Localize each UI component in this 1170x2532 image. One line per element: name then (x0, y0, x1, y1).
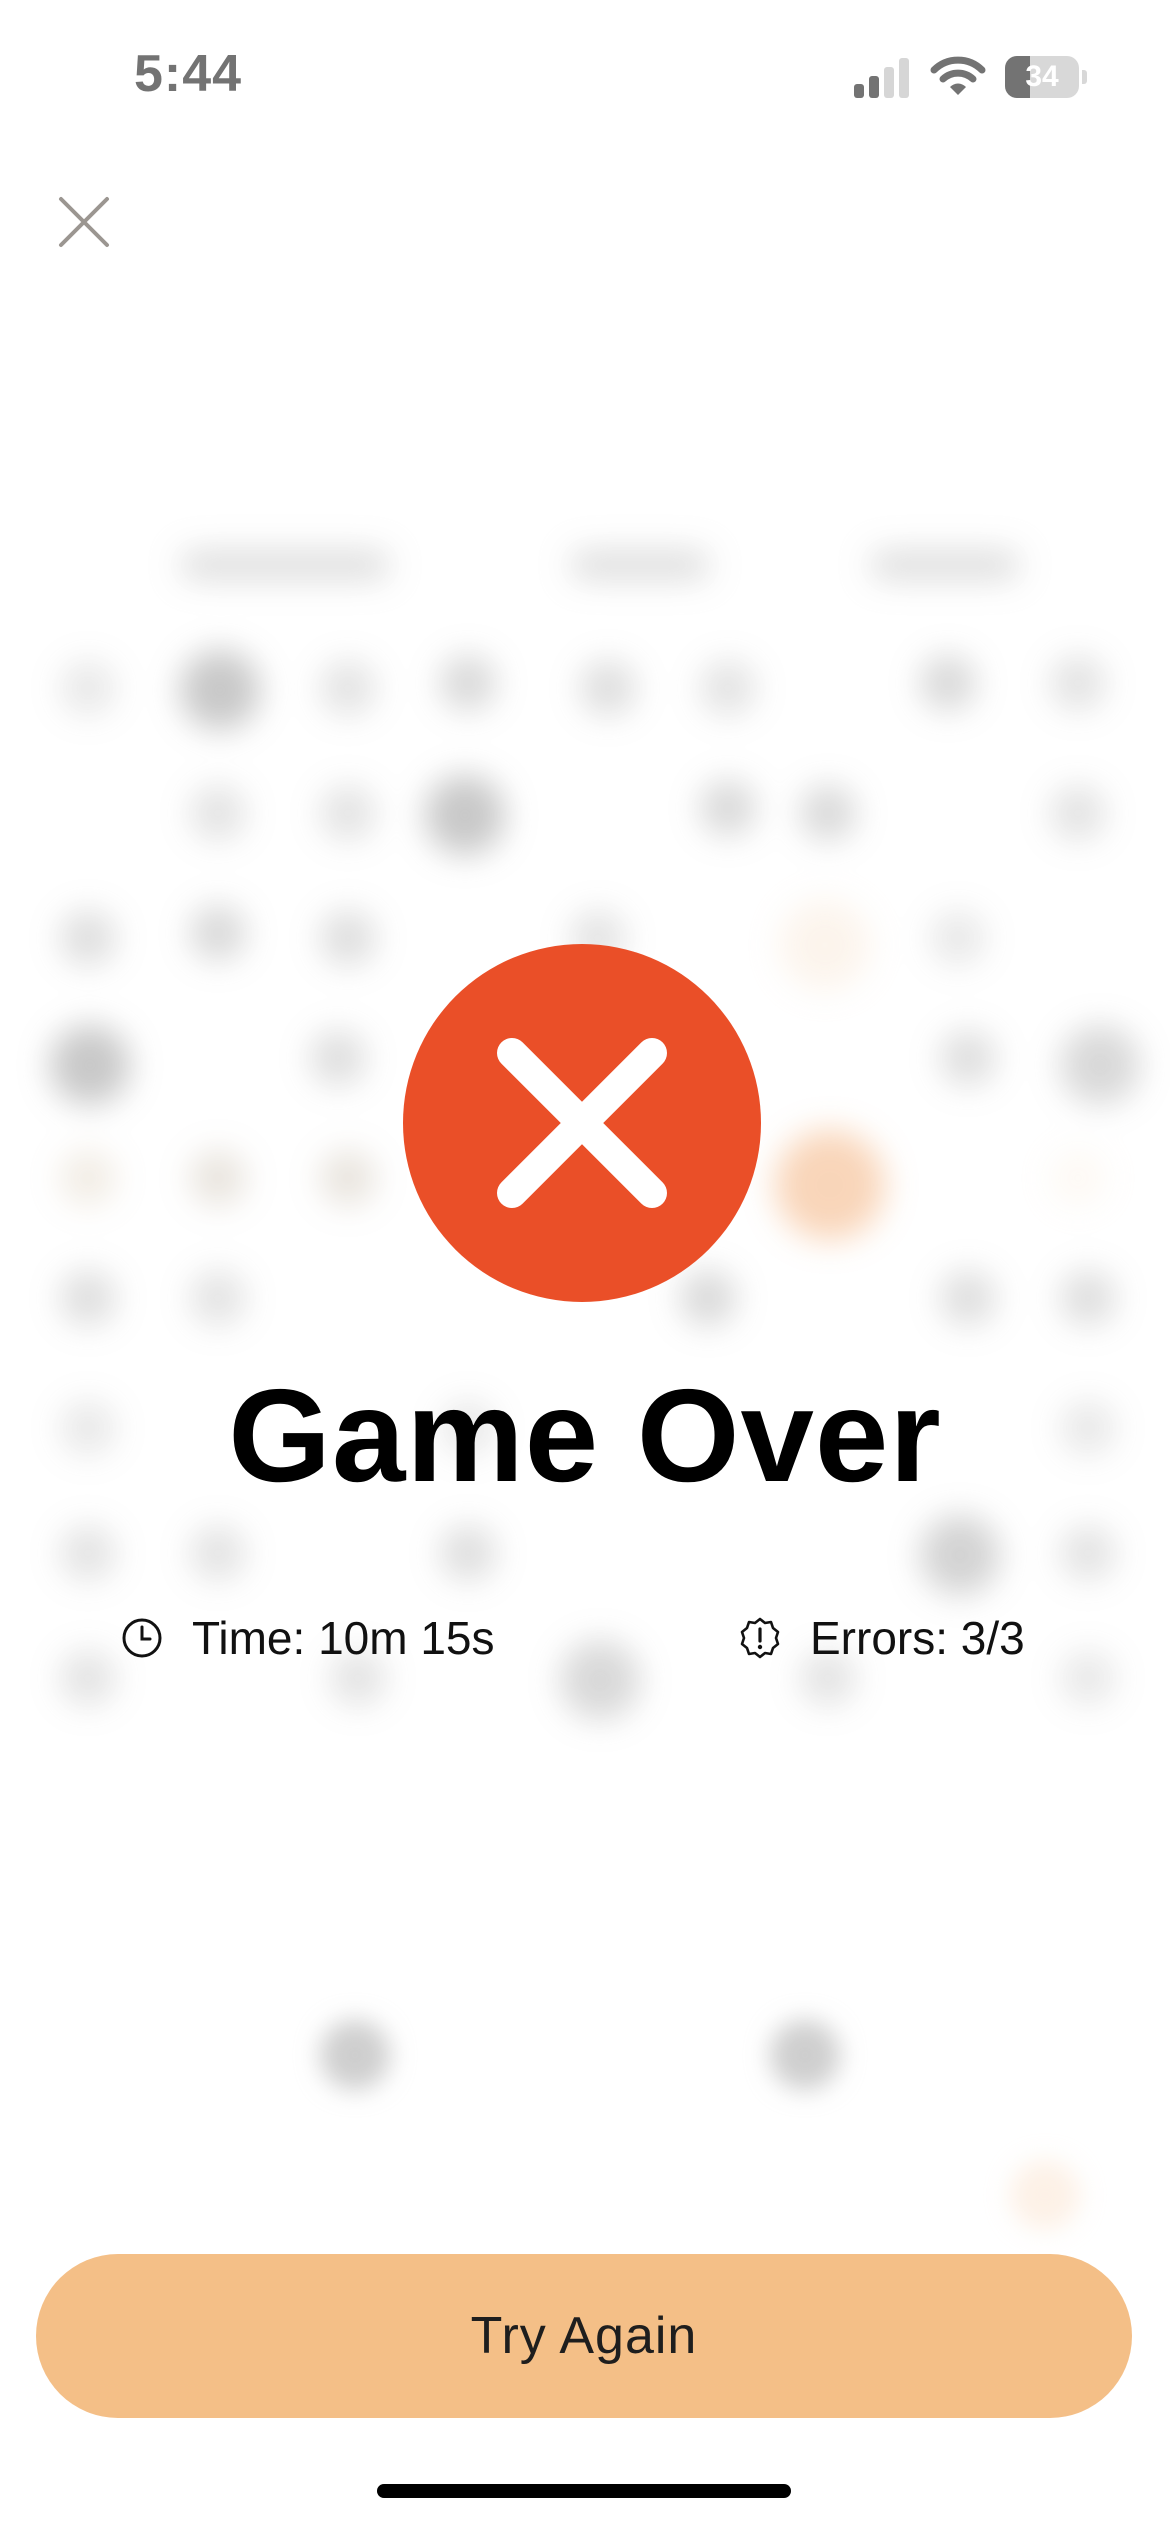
clock-icon (120, 1616, 164, 1660)
home-indicator[interactable] (377, 2484, 791, 2498)
time-stat: Time: 10m 15s (120, 1610, 495, 1666)
game-over-title: Game Over (228, 1362, 942, 1509)
x-mark-icon (497, 1038, 667, 1208)
try-again-button[interactable]: Try Again (36, 2254, 1132, 2418)
errors-label: Errors: 3/3 (810, 1612, 1025, 1664)
game-over-badge (403, 944, 761, 1302)
errors-stat: Errors: 3/3 (738, 1610, 1025, 1666)
time-label: Time: 10m 15s (192, 1612, 495, 1664)
alert-badge-icon (738, 1616, 782, 1660)
